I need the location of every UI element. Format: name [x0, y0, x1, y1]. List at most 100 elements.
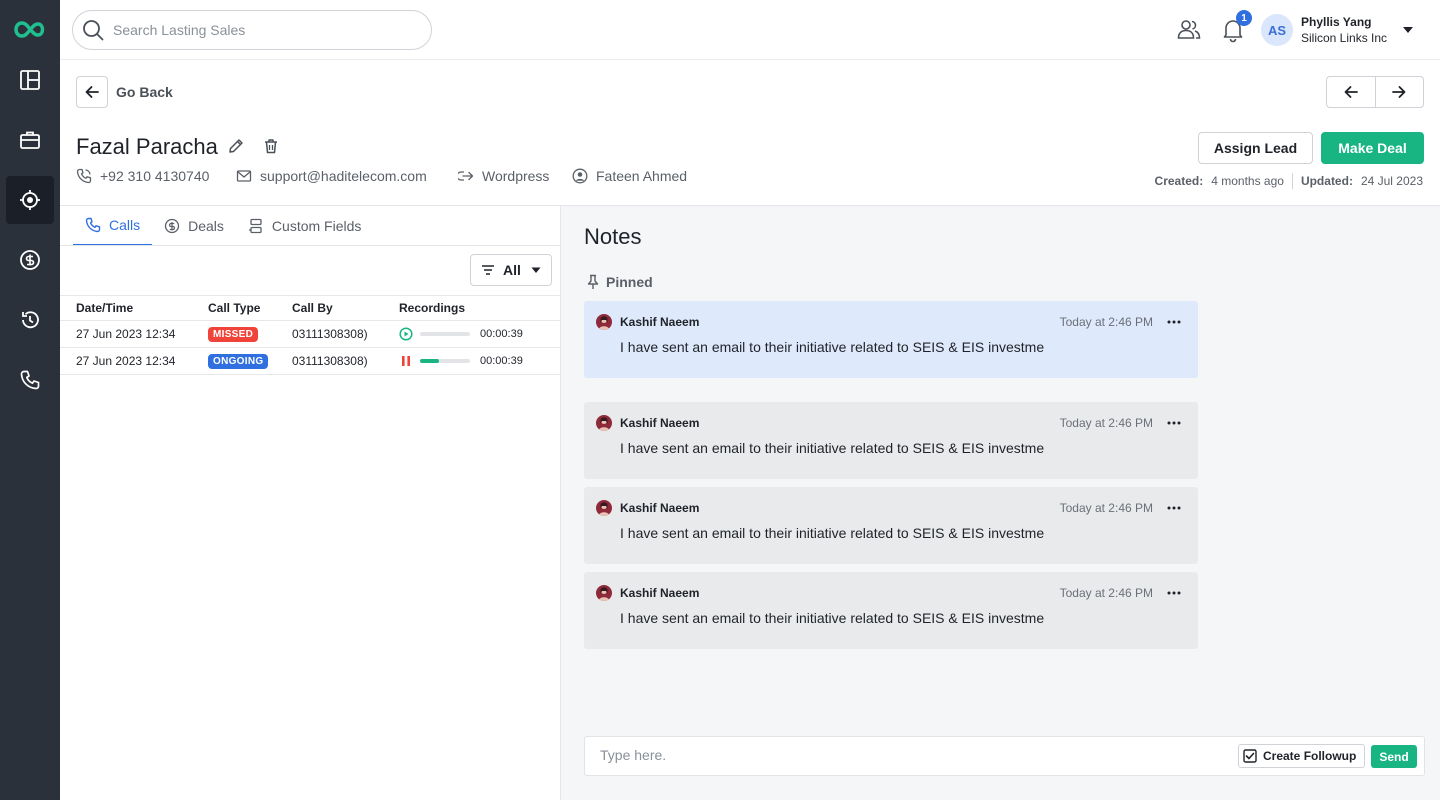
column-header: Recordings [399, 301, 466, 315]
column-header: Call Type [208, 301, 261, 315]
chevron-down-icon[interactable] [1402, 26, 1414, 34]
team-icon[interactable] [1176, 17, 1202, 43]
tab-deals-label: Deals [188, 218, 224, 234]
note-author: Kashif Naeem [620, 315, 700, 329]
assign-lead-button[interactable]: Assign Lead [1198, 132, 1313, 164]
phone-icon [85, 217, 101, 233]
user-company: Silicon Links Inc [1301, 31, 1388, 45]
call-datetime: 27 Jun 2023 12:34 [76, 354, 176, 368]
go-back-button[interactable] [76, 76, 108, 108]
nav-calls[interactable] [6, 356, 54, 404]
top-bar: 1 AS Phyllis Yang Silicon Links Inc [60, 0, 1440, 60]
send-button[interactable]: Send [1371, 745, 1417, 768]
tab-calls[interactable]: Calls [73, 206, 153, 246]
play-icon[interactable] [399, 327, 413, 341]
pause-icon[interactable] [399, 354, 413, 368]
more-horizontal-icon[interactable] [1166, 416, 1182, 430]
record-pager [1326, 76, 1424, 108]
lead-owner: Fateen Ahmed [572, 167, 687, 185]
table-row[interactable]: 27 Jun 2023 12:34 ONGOING 03111308308) 00:0… [60, 348, 560, 375]
pencil-icon[interactable] [228, 138, 244, 154]
nav-briefcase[interactable] [6, 116, 54, 164]
user-name: Phyllis Yang [1301, 15, 1372, 29]
call-type-cell: ONGOING [208, 348, 269, 374]
note-timestamp: Today at 2:46 PM [1059, 501, 1153, 515]
dollar-icon [164, 218, 180, 234]
note-timestamp: Today at 2:46 PM [1059, 586, 1153, 600]
trash-icon[interactable] [263, 138, 279, 154]
nav-dashboard[interactable] [6, 56, 54, 104]
note-timestamp: Today at 2:46 PM [1059, 416, 1153, 430]
recording-duration: 00:00:39 [480, 355, 523, 367]
note-text: I have sent an email to their initiative… [620, 525, 1045, 541]
source-icon [458, 171, 474, 181]
tab-calls-label: Calls [109, 217, 141, 233]
call-filter-select[interactable]: All [470, 254, 552, 286]
tab-bar: Calls Deals Custom Fields [73, 206, 373, 246]
nav-history[interactable] [6, 296, 54, 344]
lead-owner-text: Fateen Ahmed [596, 168, 688, 184]
more-horizontal-icon[interactable] [1166, 586, 1182, 600]
tab-deals[interactable]: Deals [152, 206, 236, 246]
make-deal-button[interactable]: Make Deal [1321, 132, 1424, 164]
lead-name: Fazal Paracha [76, 134, 218, 159]
call-by: 03111308308) [292, 354, 368, 368]
call-datetime: 27 Jun 2023 12:34 [76, 327, 176, 341]
note-timestamp: Today at 2:46 PM [1059, 315, 1153, 329]
more-horizontal-icon[interactable] [1166, 315, 1182, 329]
note-author: Kashif Naeem [620, 416, 700, 430]
avatar[interactable]: AS [1261, 14, 1293, 46]
activity-panel: Calls Deals Custom Fields All Date/Time … [60, 206, 561, 800]
search-box[interactable] [72, 10, 432, 50]
avatar [596, 314, 612, 330]
recording-player: 00:00:39 [399, 321, 523, 347]
column-header: Date/Time [76, 301, 134, 315]
notes-panel: Notes Pinned Kashif Naeem Today at 2:46 P… [561, 206, 1440, 800]
next-record-button[interactable] [1374, 77, 1424, 107]
lead-phone[interactable]: +92 310 4130740 [76, 167, 209, 185]
create-followup-checkbox[interactable]: Create Followup [1238, 744, 1365, 768]
more-horizontal-icon[interactable] [1166, 501, 1182, 515]
lead-email-text: support@haditelecom.com [260, 168, 427, 184]
mail-icon [236, 170, 252, 182]
filter-value: All [503, 262, 521, 278]
search-input[interactable] [113, 22, 413, 38]
note-text: I have sent an email to their initiative… [620, 339, 1045, 355]
divider [1291, 173, 1293, 189]
phone-icon [76, 168, 92, 184]
recording-progress-bar[interactable] [420, 332, 470, 336]
tab-underline [60, 245, 560, 246]
notification-badge: 1 [1236, 10, 1252, 26]
note-input[interactable] [600, 747, 1200, 763]
calls-table: Date/Time Call Type Call By Recordings 2… [60, 295, 560, 375]
updated-value: 24 Jul 2023 [1360, 174, 1423, 188]
sidebar [0, 0, 60, 800]
call-type-cell: MISSED [208, 321, 259, 347]
nav-deals[interactable] [6, 236, 54, 284]
note-author: Kashif Naeem [620, 501, 700, 515]
note-card: Kashif Naeem Today at 2:46 PM I have sent … [584, 572, 1198, 649]
recording-progress-fill [420, 359, 439, 363]
pinned-note-card: Kashif Naeem Today at 2:46 PM I have sent … [584, 301, 1198, 378]
previous-record-button[interactable] [1327, 77, 1375, 107]
recording-progress-bar[interactable] [420, 359, 470, 363]
history-icon [22, 311, 39, 329]
go-back-label[interactable]: Go Back [116, 84, 173, 100]
table-header: Date/Time Call Type Call By Recordings [60, 295, 560, 321]
recording-duration: 00:00:39 [480, 328, 523, 340]
table-row[interactable]: 27 Jun 2023 12:34 MISSED 03111308308) 00:00… [60, 321, 560, 348]
lead-source: Wordpress [458, 167, 549, 185]
app-logo-icon[interactable] [10, 14, 50, 44]
create-followup-label: Create Followup [1263, 749, 1357, 763]
nav-leads[interactable] [6, 176, 54, 224]
dashboard-icon [20, 70, 40, 90]
target-icon [20, 190, 40, 210]
pinned-label: Pinned [606, 274, 653, 290]
pin-icon [587, 274, 599, 289]
chevron-down-icon [531, 267, 541, 273]
lead-email[interactable]: support@haditelecom.com [236, 167, 427, 185]
arrow-left-icon [85, 86, 99, 98]
tab-custom-fields[interactable]: Custom Fields [236, 206, 373, 246]
phone-icon [20, 370, 40, 390]
search-icon [83, 20, 104, 41]
